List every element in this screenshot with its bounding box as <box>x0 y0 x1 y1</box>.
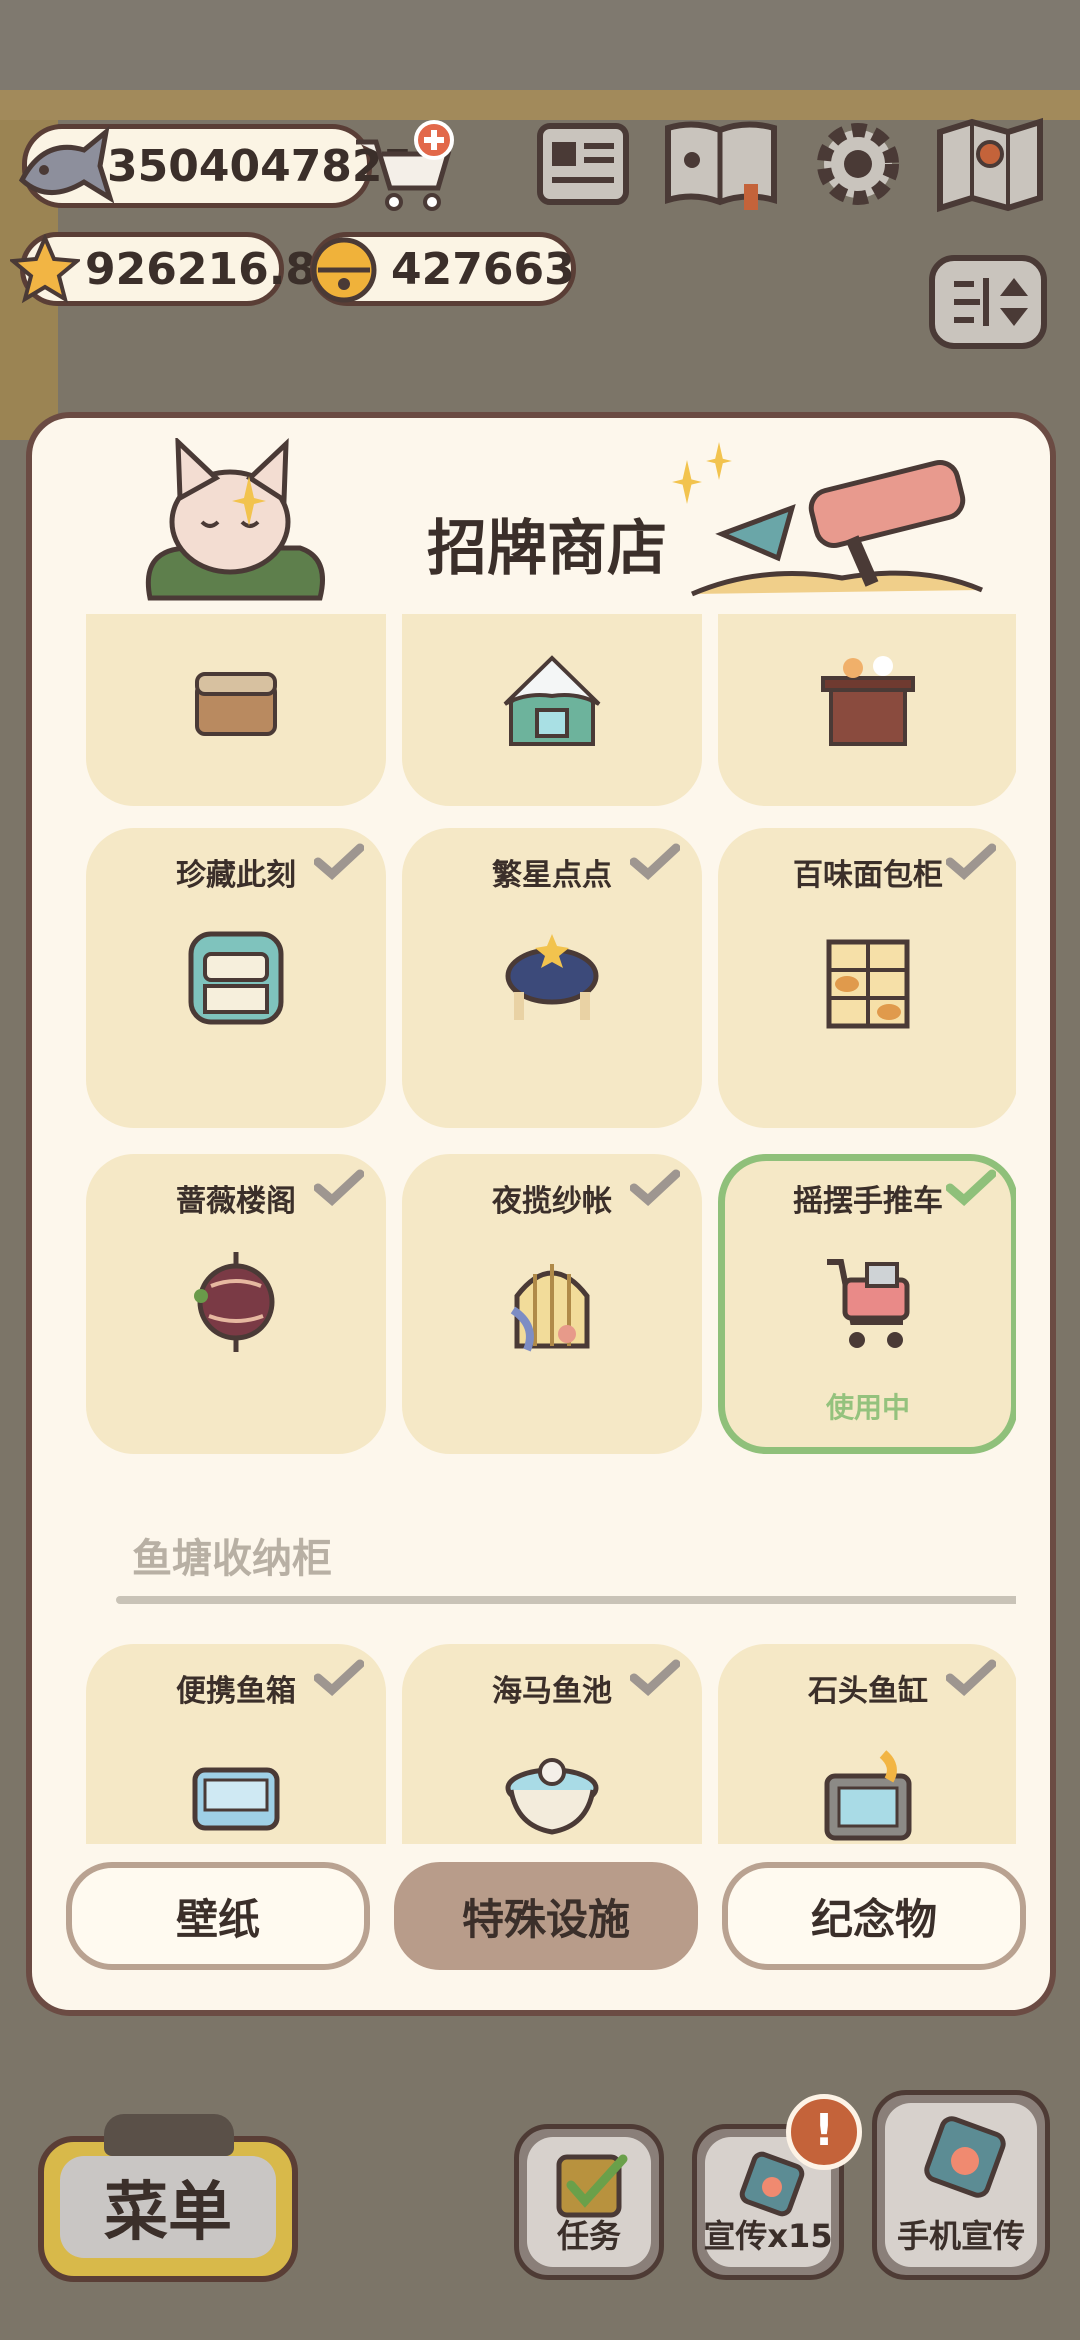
tab-special-facilities[interactable]: 特殊设施 <box>394 1862 698 1970</box>
paint-roller-illustration <box>691 460 983 597</box>
item-rose-lantern-icon <box>194 1252 275 1352</box>
cart-add-icon[interactable] <box>352 118 460 216</box>
item-card[interactable]: 便携鱼箱 <box>86 1644 386 1844</box>
tab-wallpaper[interactable]: 壁纸 <box>66 1862 370 1970</box>
item-shopping-cart-icon <box>827 1259 910 1348</box>
tasks-button[interactable]: 任务 <box>514 2124 664 2280</box>
section-title: 鱼塘收纳柜 <box>132 1536 332 1582</box>
item-seahorse-pool-icon <box>505 1758 599 1835</box>
scene-ceiling <box>0 0 1080 90</box>
item-chest-icon <box>195 672 277 736</box>
item-card-active[interactable]: 摇摆手推车 使用中 <box>718 1154 1016 1454</box>
item-card[interactable]: 夜揽纱帐 <box>402 1154 702 1454</box>
star-icon <box>10 234 80 304</box>
owned-check-icon <box>314 1659 364 1696</box>
item-fish-box-icon <box>192 1767 280 1831</box>
item-card[interactable]: 珍藏此刻 <box>86 828 386 1128</box>
item-oven-icon <box>188 931 284 1025</box>
section-divider <box>116 1596 1016 1604</box>
owned-check-icon <box>630 843 680 880</box>
owned-check-icon <box>630 1659 680 1696</box>
gear-icon[interactable] <box>808 114 908 214</box>
signboard-shop-panel: 招牌商店 珍藏此刻 繁星点点 百味面包柜 蔷薇楼阁 夜揽纱帐 摇摆手推车 使用中… <box>26 412 1056 2016</box>
menu-label: 菜单 <box>60 2156 276 2258</box>
star-count: 926216.8 <box>85 243 317 295</box>
tab-souvenirs[interactable]: 纪念物 <box>722 1862 1026 1970</box>
owned-check-icon <box>946 1659 996 1696</box>
item-card[interactable]: 百味面包柜 <box>718 828 1016 1128</box>
item-card[interactable] <box>86 614 386 806</box>
owned-check-icon <box>314 1169 364 1206</box>
card-icon[interactable] <box>534 114 632 214</box>
item-birdcage-icon <box>510 1264 590 1352</box>
clipboard-clip <box>104 2114 234 2156</box>
item-grid[interactable]: 珍藏此刻 繁星点点 百味面包柜 蔷薇楼阁 夜揽纱帐 摇摆手推车 使用中 鱼塘收纳… <box>86 614 1016 1844</box>
item-starry-table-icon <box>505 934 599 1020</box>
bell-count: 427663 <box>391 243 575 295</box>
owned-check-icon <box>314 843 364 880</box>
item-stone-tank-icon <box>824 1750 912 1841</box>
phone-paw-card-icon <box>924 2116 1006 2198</box>
item-card[interactable]: 蔷薇楼阁 <box>86 1154 386 1454</box>
alert-badge: ! <box>786 2094 862 2170</box>
bell-icon <box>311 237 377 303</box>
item-card[interactable]: 石头鱼缸 <box>718 1644 1016 1844</box>
item-card[interactable] <box>402 614 702 806</box>
owned-check-icon <box>630 1169 680 1206</box>
menu-button[interactable]: 菜单 <box>38 2136 298 2282</box>
promo-paw-card-icon <box>739 2151 805 2217</box>
item-cabinet-icon <box>821 656 915 746</box>
phone-promote-button[interactable]: 手机宣传 <box>872 2090 1050 2280</box>
sort-icon[interactable] <box>928 254 1048 350</box>
in-use-label: 使用中 <box>825 1391 910 1424</box>
phone-promote-label: 手机宣传 <box>896 2217 1025 2255</box>
fish-icon <box>18 125 114 204</box>
item-snow-house-icon <box>503 655 601 746</box>
item-card[interactable]: 繁星点点 <box>402 828 702 1128</box>
owned-check-icon <box>946 843 996 880</box>
item-bread-cabinet-icon <box>826 939 910 1029</box>
map-icon[interactable] <box>934 114 1046 214</box>
item-card[interactable] <box>718 614 1016 806</box>
promote-label: 宣传x15 <box>703 2217 833 2255</box>
paw-book-icon[interactable] <box>662 114 780 214</box>
item-card[interactable]: 海马鱼池 <box>402 1644 702 1844</box>
in-use-check-icon <box>946 1169 996 1206</box>
tasks-label: 任务 <box>556 2217 621 2255</box>
